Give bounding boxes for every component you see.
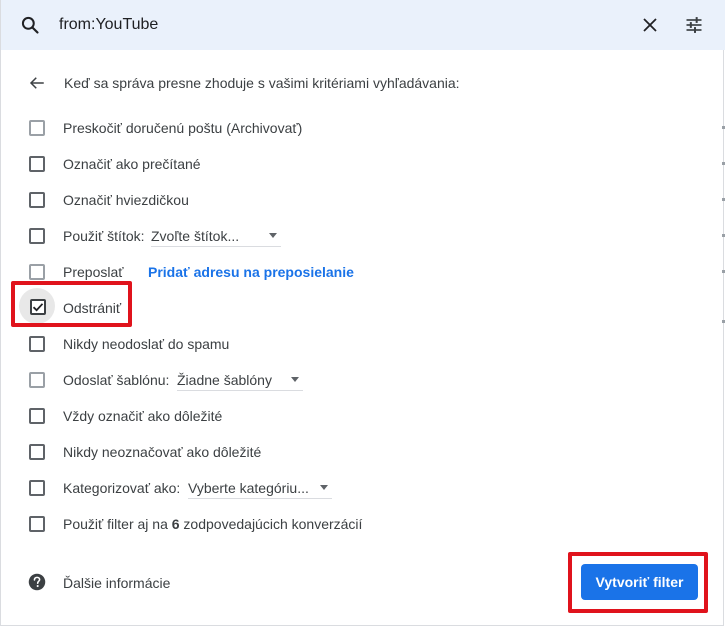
highlight-create-button	[568, 552, 708, 613]
option-star: Označiť hviezdičkou	[29, 190, 689, 210]
chevron-down-icon	[320, 485, 328, 490]
apply-label-checkbox[interactable]	[29, 228, 45, 244]
skip-inbox-label: Preskočiť doručenú poštu (Archivovať)	[63, 120, 303, 136]
apply-existing-count: 6	[171, 516, 180, 532]
skip-inbox-checkbox[interactable]	[29, 120, 45, 136]
option-forward: Preposlať Pridať adresu na preposielanie	[29, 262, 689, 282]
option-apply-existing: Použiť filter aj na 6 zodpovedajúcich ko…	[29, 514, 689, 534]
never-important-checkbox[interactable]	[29, 444, 45, 460]
option-never-spam: Nikdy neodoslať do spamu	[29, 334, 689, 354]
option-skip-inbox: Preskočiť doručenú poštu (Archivovať)	[29, 118, 689, 138]
forward-label: Preposlať	[63, 264, 124, 280]
categorize-checkbox[interactable]	[29, 480, 45, 496]
forward-checkbox[interactable]	[29, 264, 45, 280]
search-bar: from:YouTube	[1, 0, 725, 50]
star-label: Označiť hviezdičkou	[63, 192, 189, 208]
apply-existing-checkbox[interactable]	[29, 516, 45, 532]
more-info-link[interactable]: Ďalšie informácie	[63, 575, 170, 591]
add-forwarding-address-link[interactable]: Pridať adresu na preposielanie	[148, 264, 354, 280]
criteria-header: Keď sa správa presne zhoduje s vašimi kr…	[28, 72, 688, 94]
highlight-delete-option	[11, 281, 132, 327]
send-template-checkbox[interactable]	[29, 372, 45, 388]
option-send-template: Odoslať šablónu: Žiadne šablóny	[29, 370, 689, 391]
apply-existing-prefix: Použiť filter aj na	[63, 516, 172, 532]
search-query[interactable]: from:YouTube	[59, 16, 158, 34]
option-categorize: Kategorizovať ako: Vyberte kategóriu...	[29, 478, 689, 499]
always-important-checkbox[interactable]	[29, 408, 45, 424]
never-spam-checkbox[interactable]	[29, 336, 45, 352]
categorize-label: Kategorizovať ako:	[63, 480, 181, 496]
option-apply-label: Použiť štítok: Zvoľte štítok...	[29, 226, 689, 247]
never-spam-label: Nikdy neodoslať do spamu	[63, 336, 230, 352]
chevron-down-icon	[291, 377, 299, 382]
option-mark-read: Označiť ako prečítané	[29, 154, 689, 174]
search-icon[interactable]	[20, 15, 40, 35]
criteria-header-text: Keď sa správa presne zhoduje s vašimi kr…	[64, 75, 460, 91]
arrow-back-icon[interactable]	[28, 74, 46, 92]
apply-existing-label: Použiť filter aj na 6 zodpovedajúcich ko…	[63, 516, 362, 532]
category-select[interactable]: Vyberte kategóriu...	[188, 478, 332, 499]
option-always-important: Vždy označiť ako dôležité	[29, 406, 689, 426]
help-icon[interactable]	[28, 573, 46, 591]
chevron-down-icon	[269, 233, 277, 238]
mark-read-label: Označiť ako prečítané	[63, 156, 201, 172]
option-never-important: Nikdy neoznačovať ako dôležité	[29, 442, 689, 462]
never-important-label: Nikdy neoznačovať ako dôležité	[63, 444, 262, 460]
label-select-value: Zvoľte štítok...	[151, 228, 240, 244]
template-select-value: Žiadne šablóny	[177, 372, 272, 388]
mark-read-checkbox[interactable]	[29, 156, 45, 172]
star-checkbox[interactable]	[29, 192, 45, 208]
close-icon[interactable]	[641, 16, 659, 34]
template-select[interactable]: Žiadne šablóny	[177, 370, 303, 391]
apply-existing-suffix: zodpovedajúcich konverzácií	[179, 516, 363, 532]
send-template-label: Odoslať šablónu:	[63, 372, 170, 388]
always-important-label: Vždy označiť ako dôležité	[63, 408, 223, 424]
apply-label-label: Použiť štítok:	[63, 228, 145, 244]
tune-icon[interactable]	[684, 15, 704, 35]
label-select[interactable]: Zvoľte štítok...	[151, 226, 281, 247]
category-select-value: Vyberte kategóriu...	[188, 480, 309, 496]
